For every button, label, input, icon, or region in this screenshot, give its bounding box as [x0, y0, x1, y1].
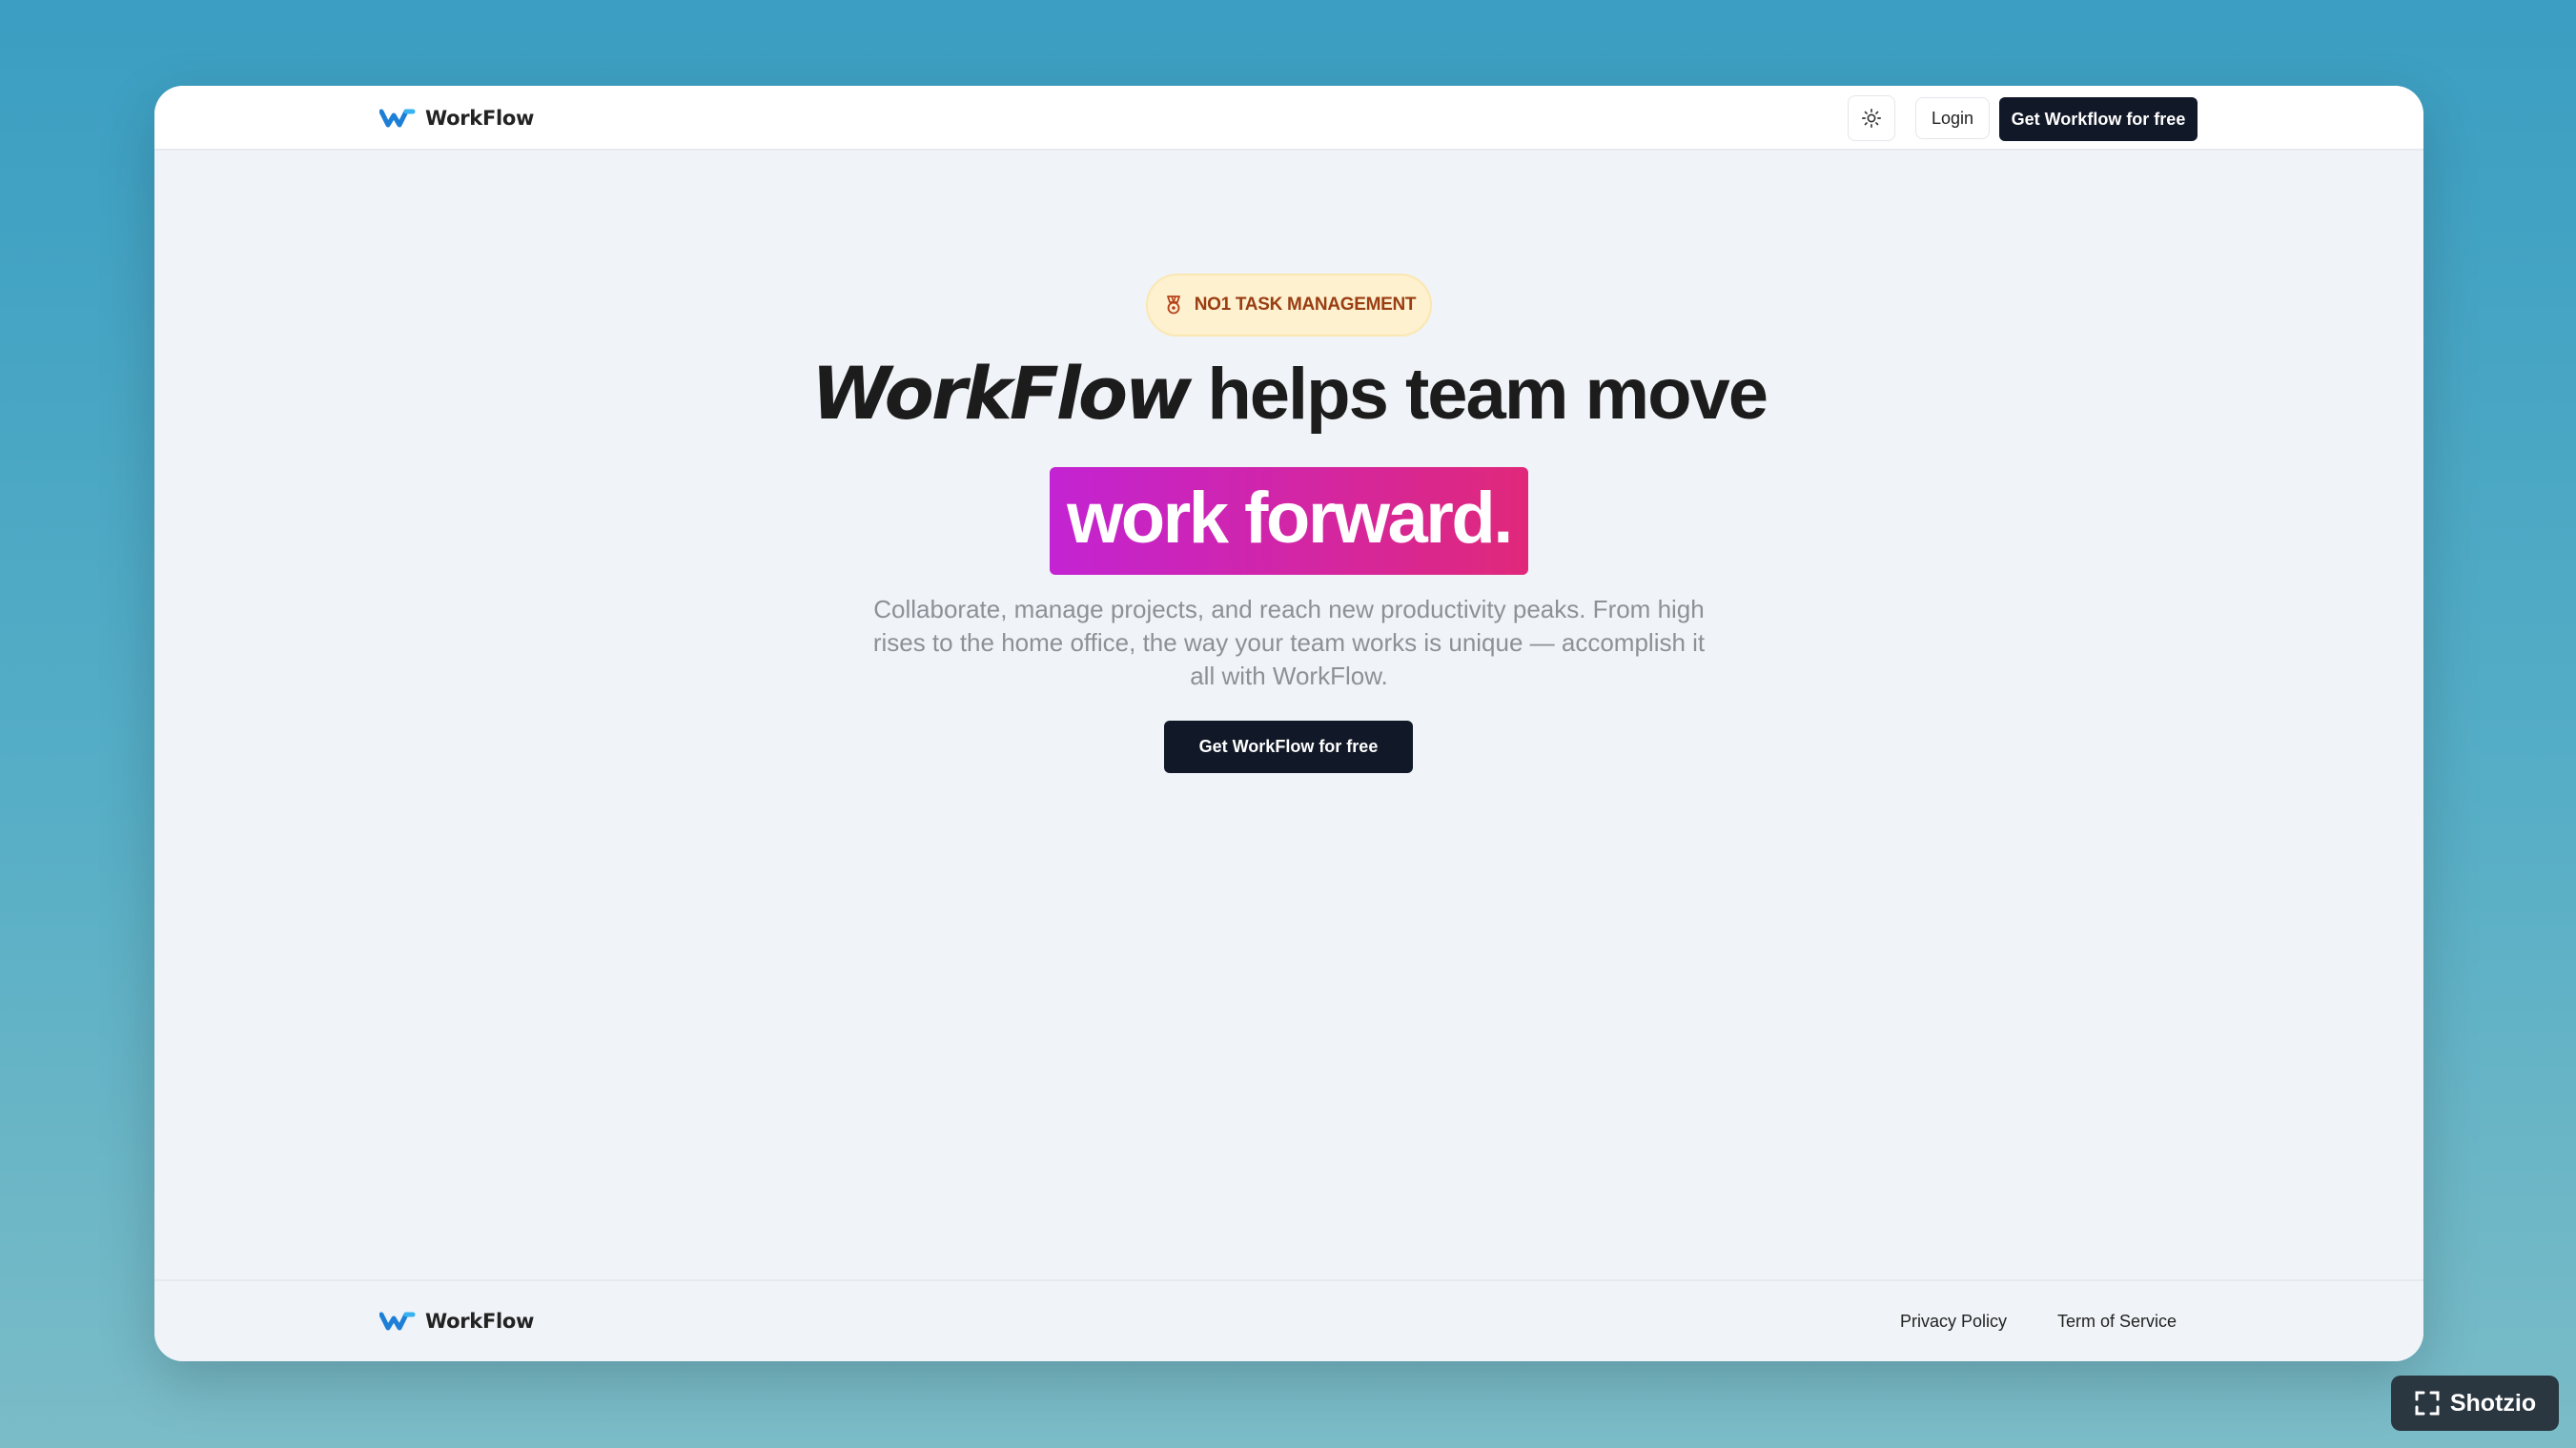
privacy-policy-link[interactable]: Privacy Policy — [1900, 1312, 2007, 1332]
workflow-logo-icon — [379, 1312, 416, 1331]
login-button[interactable]: Login — [1915, 97, 1990, 139]
top-badge: NO1 TASK MANAGEMENT — [1146, 274, 1432, 337]
fullscreen-corners-icon — [2415, 1391, 2440, 1416]
award-badge-icon — [1166, 296, 1180, 315]
shotzio-watermark: Shotzio — [2391, 1376, 2559, 1431]
brand-logo[interactable]: WorkFlow — [379, 107, 534, 130]
highlight-banner: work forward. — [1050, 467, 1528, 575]
shotzio-label: Shotzio — [2449, 1389, 2537, 1417]
terms-of-service-link[interactable]: Term of Service — [2057, 1312, 2177, 1332]
hero-description: Collaborate, manage projects, and reach … — [872, 595, 1706, 690]
page-footer: WorkFlow Privacy Policy Term of Service — [154, 1279, 2423, 1361]
browser-window: WorkFlow Login Get Workflow for free NO1… — [154, 86, 2423, 1361]
workflow-logo-icon — [379, 109, 416, 128]
footer-brand-logo[interactable]: WorkFlow — [379, 1310, 534, 1333]
headline-rest: helps team move — [1189, 354, 1768, 435]
footer-brand-name: WorkFlow — [425, 1310, 535, 1333]
hero-headline: WorkFlow helps team move — [154, 351, 2423, 436]
get-workflow-header-button[interactable]: Get Workflow for free — [1999, 97, 2198, 141]
brand-name: WorkFlow — [425, 107, 535, 130]
top-navbar: WorkFlow Login Get Workflow for free — [154, 86, 2423, 151]
sun-icon — [1862, 109, 1881, 128]
headline-brand: WorkFlow — [810, 351, 1192, 436]
theme-toggle-button[interactable] — [1848, 95, 1895, 141]
badge-text: NO1 TASK MANAGEMENT — [1194, 295, 1417, 315]
get-workflow-hero-button[interactable]: Get WorkFlow for free — [1164, 721, 1413, 773]
